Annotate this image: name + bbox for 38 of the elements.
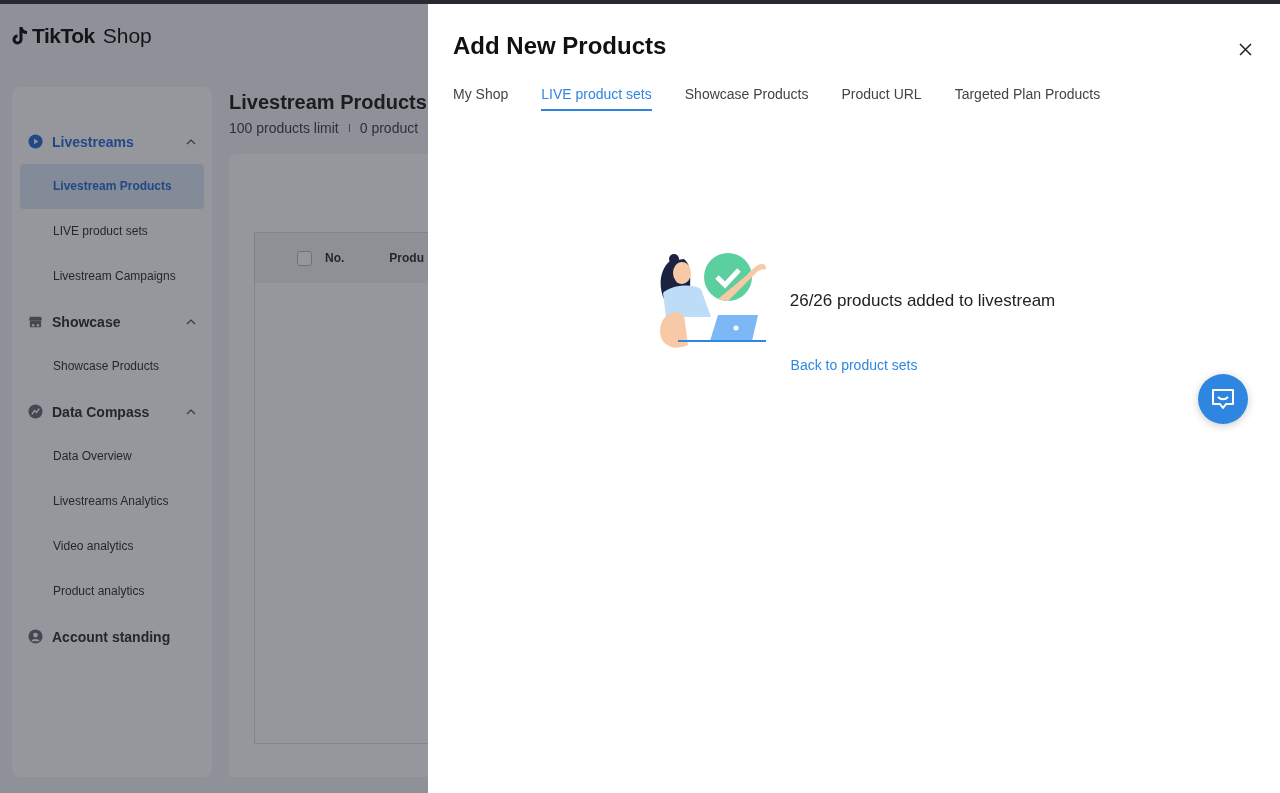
tab[interactable]: Showcase Products: [684, 86, 809, 111]
chevron-icon[interactable]: [186, 138, 196, 145]
person-icon: [28, 629, 43, 644]
sidebar-item[interactable]: Livestream Campaigns: [20, 254, 204, 299]
play-icon: [28, 134, 43, 149]
status-message: 26/26 products added to livestream: [789, 291, 1056, 311]
limit-text: 100 products limit: [229, 120, 339, 136]
drawer-title: Add New Products: [453, 31, 667, 60]
sidebar-item[interactable]: Video analytics: [20, 524, 204, 569]
sidebar-item[interactable]: Product analytics: [20, 569, 204, 614]
logo-text: TikTok: [32, 23, 95, 48]
sidebar-group[interactable]: Data Compass: [20, 389, 204, 434]
checkbox[interactable]: [297, 250, 312, 266]
tab[interactable]: Targeted Plan Products: [954, 86, 1101, 111]
tab[interactable]: LIVE product sets: [541, 86, 652, 111]
sidebar-group[interactable]: Account standing: [20, 614, 204, 659]
note-icon: [12, 25, 29, 46]
page-title: Livestream Products: [229, 91, 427, 114]
count-text: 0 product: [359, 120, 419, 136]
logo-suffix: Shop: [102, 23, 152, 48]
store-icon: [28, 314, 43, 329]
sidebar-group[interactable]: Showcase: [20, 299, 204, 344]
sidebar-group[interactable]: Livestreams: [20, 119, 204, 164]
tab[interactable]: Product URL: [841, 86, 922, 111]
chat-button[interactable]: [1198, 374, 1248, 424]
close-icon: [1239, 43, 1252, 56]
sidebar-item[interactable]: Data Overview: [20, 434, 204, 479]
column-header: No.: [325, 251, 345, 265]
column-header: Produ: [389, 251, 424, 265]
chat-icon: [1211, 388, 1235, 410]
chart-icon: [28, 404, 43, 419]
sidebar-item[interactable]: Livestreams Analytics: [20, 479, 204, 524]
tab[interactable]: My Shop: [453, 86, 509, 111]
chevron-icon[interactable]: [186, 318, 196, 325]
sidebar-item[interactable]: LIVE product sets: [20, 209, 204, 254]
sidebar-item[interactable]: Showcase Products: [20, 344, 204, 389]
chevron-icon[interactable]: [186, 408, 196, 415]
back-link[interactable]: Back to product sets: [790, 357, 918, 373]
